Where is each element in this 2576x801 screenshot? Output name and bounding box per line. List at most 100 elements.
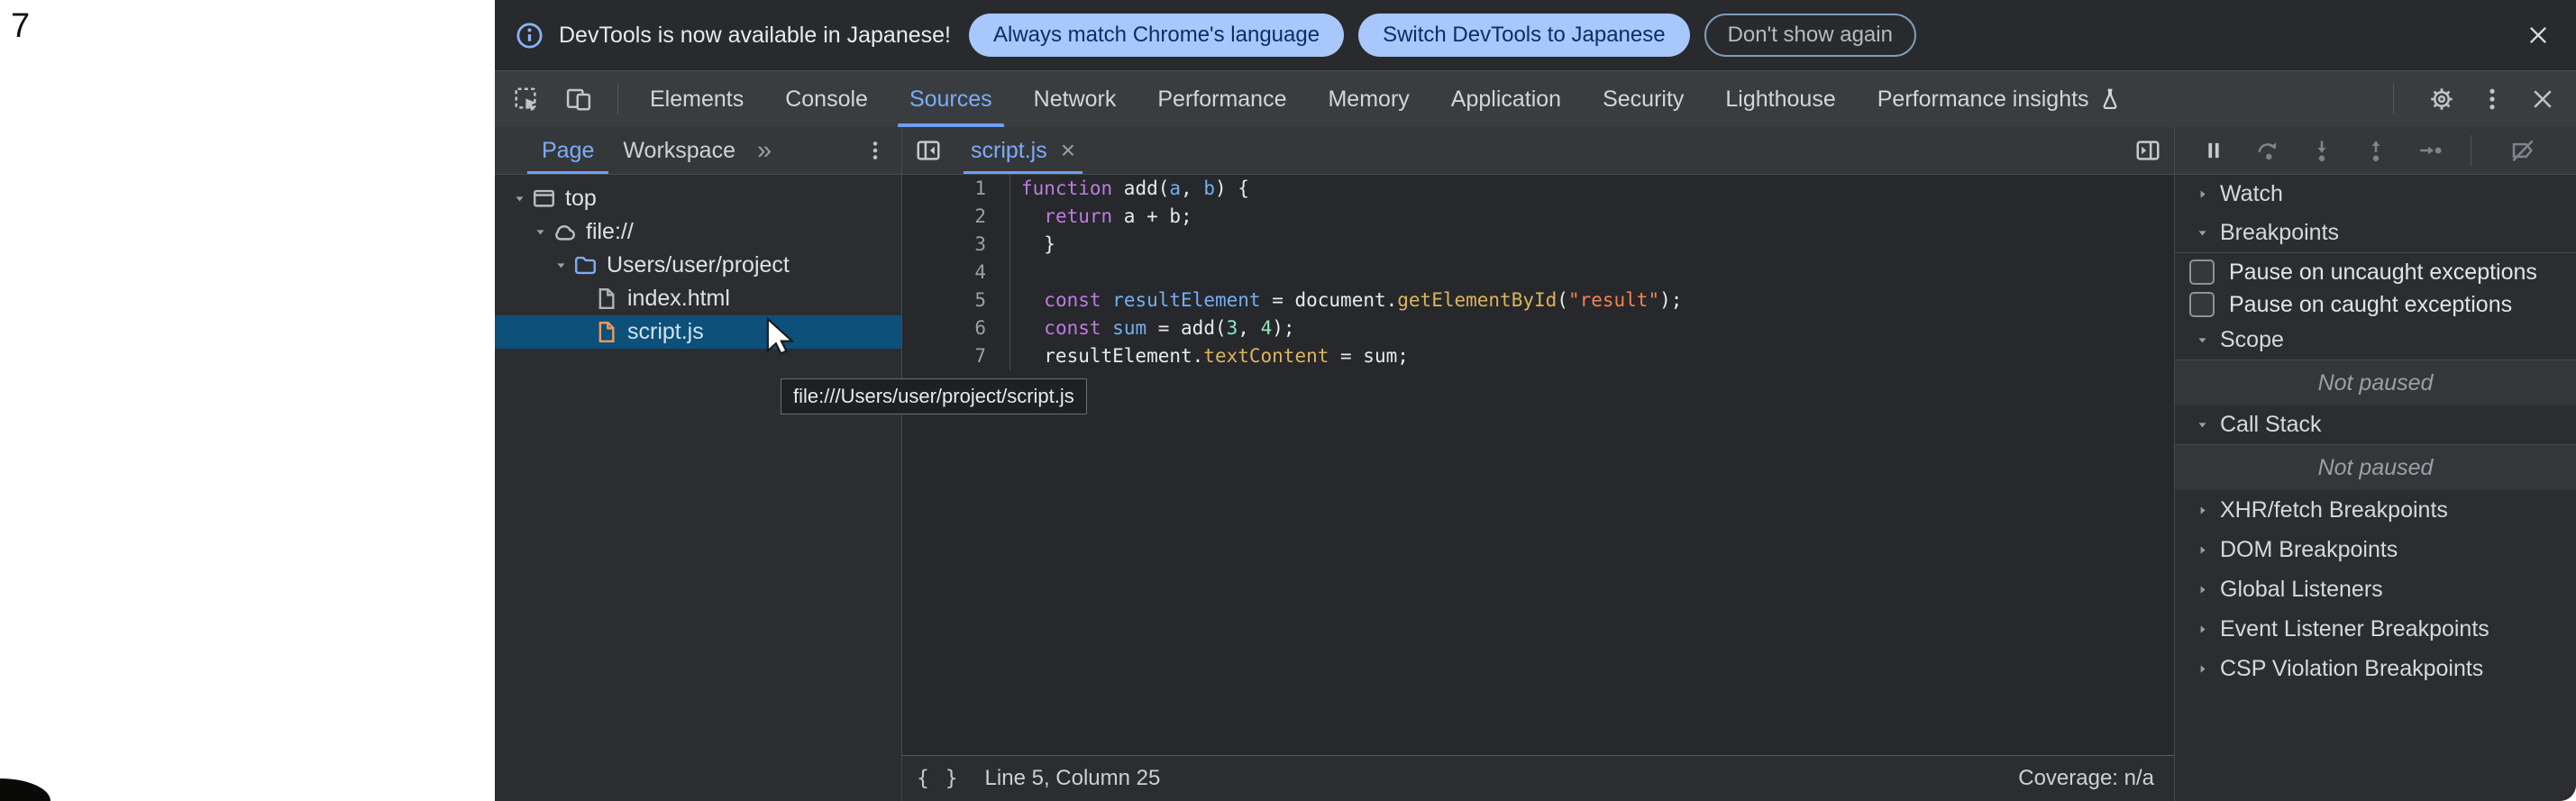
code-text: const resultElement = document.getElemen… <box>1010 287 1682 314</box>
chevron-down-icon <box>2193 418 2211 432</box>
infobar-close-icon[interactable] <box>2526 23 2551 48</box>
line-number[interactable]: 7 <box>902 342 986 370</box>
pause-caught-row[interactable]: Pause on caught exceptions <box>2175 288 2576 321</box>
section-label: Watch <box>2220 181 2283 207</box>
switch-devtools-japanese-button[interactable]: Switch DevTools to Japanese <box>1358 14 1690 57</box>
code-token <box>1101 317 1113 339</box>
tab-performance[interactable]: Performance <box>1137 71 1307 127</box>
editor-statusbar: { } Line 5, Column 25 Coverage: n/a <box>902 755 2174 801</box>
step-into-icon[interactable] <box>2308 137 2335 164</box>
device-toolbar-icon[interactable] <box>565 86 592 113</box>
code-token: getElementById <box>1397 289 1557 311</box>
gutter-separator <box>986 175 1010 203</box>
step-out-icon[interactable] <box>2362 137 2389 164</box>
section-label: Breakpoints <box>2220 220 2339 246</box>
section-csp-violation-breakpoints[interactable]: CSP Violation Breakpoints <box>2175 649 2576 688</box>
tab-memory[interactable]: Memory <box>1307 71 1430 127</box>
tree-item-file[interactable]: file:// <box>495 215 901 249</box>
code-token: textContent <box>1203 345 1329 367</box>
line-number[interactable]: 6 <box>902 314 986 342</box>
tab-console[interactable]: Console <box>764 71 889 127</box>
code-token: const <box>1044 289 1101 311</box>
pause-icon[interactable] <box>2200 137 2227 164</box>
section-global-listeners[interactable]: Global Listeners <box>2175 569 2576 609</box>
file-path-tooltip: file:///Users/user/project/script.js <box>781 378 1087 414</box>
deactivate-breakpoints-icon[interactable] <box>2509 137 2536 164</box>
checkbox-pause-caught[interactable] <box>2189 292 2215 317</box>
more-tabs-icon[interactable]: » <box>757 136 772 166</box>
editor-tab-scriptjs[interactable]: script.js × <box>964 127 1082 174</box>
navigator-menu-icon[interactable] <box>863 139 887 162</box>
info-icon <box>515 21 544 50</box>
toggle-navigator-icon[interactable] <box>915 137 942 164</box>
always-match-language-button[interactable]: Always match Chrome's language <box>969 14 1344 57</box>
checkbox-label: Pause on uncaught exceptions <box>2229 259 2537 286</box>
tree-item-top[interactable]: top <box>495 182 901 215</box>
toggle-debugger-icon[interactable] <box>2134 137 2161 164</box>
chevron-down-icon[interactable] <box>551 259 571 272</box>
close-icon[interactable] <box>2529 86 2556 113</box>
gutter-separator <box>986 203 1010 231</box>
tab-network[interactable]: Network <box>1013 71 1137 127</box>
section-breakpoints[interactable]: Breakpoints <box>2175 214 2576 253</box>
checkbox-pause-uncaught[interactable] <box>2189 259 2215 285</box>
code-editor[interactable]: 1function add(a, b) {2 return a + b;3 }4… <box>902 175 2174 755</box>
code-line[interactable]: 1function add(a, b) { <box>902 175 2174 203</box>
line-number[interactable]: 3 <box>902 231 986 259</box>
inspect-icon[interactable] <box>513 86 540 113</box>
tree-item-users-user-project[interactable]: Users/user/project <box>495 249 901 282</box>
code-line[interactable]: 7 resultElement.textContent = sum; <box>902 342 2174 370</box>
tab-security[interactable]: Security <box>1582 71 1704 127</box>
section-xhr-breakpoints[interactable]: XHR/fetch Breakpoints <box>2175 490 2576 530</box>
chevron-right-icon <box>2193 543 2211 557</box>
section-label: Scope <box>2220 327 2284 353</box>
code-token: "result" <box>1568 289 1659 311</box>
tab-performance-insights[interactable]: Performance insights <box>1857 71 2142 127</box>
section-call-stack[interactable]: Call Stack <box>2175 405 2576 445</box>
tab-sources[interactable]: Sources <box>889 71 1013 127</box>
line-number[interactable]: 2 <box>902 203 986 231</box>
dont-show-again-button[interactable]: Don't show again <box>1704 14 1916 57</box>
code-line[interactable]: 6 const sum = add(3, 4); <box>902 314 2174 342</box>
code-token: 4 <box>1261 317 1273 339</box>
line-number[interactable]: 4 <box>902 259 986 287</box>
line-number[interactable]: 1 <box>902 175 986 203</box>
tab-page[interactable]: Page <box>527 127 608 174</box>
editor-tabstrip: script.js × <box>902 127 2174 175</box>
chevron-down-icon[interactable] <box>530 225 550 239</box>
code-token: , <box>1181 177 1203 199</box>
tree-item-script-js[interactable]: script.js <box>495 315 901 349</box>
tree-arrow-spacer <box>571 292 591 305</box>
chevron-right-icon <box>2193 623 2211 636</box>
chevron-down-icon[interactable] <box>509 192 529 205</box>
section-scope[interactable]: Scope <box>2175 321 2576 360</box>
tab-elements[interactable]: Elements <box>629 71 764 127</box>
section-dom-breakpoints[interactable]: DOM Breakpoints <box>2175 530 2576 569</box>
code-line[interactable]: 2 return a + b; <box>902 203 2174 231</box>
step-over-icon[interactable] <box>2254 137 2281 164</box>
step-icon[interactable] <box>2416 137 2444 164</box>
code-token: = document. <box>1261 289 1398 311</box>
code-token <box>1021 205 1044 227</box>
section-event-listener-breakpoints[interactable]: Event Listener Breakpoints <box>2175 609 2576 649</box>
pause-uncaught-row[interactable]: Pause on uncaught exceptions <box>2175 256 2576 288</box>
code-text: } <box>1010 231 1055 259</box>
code-line[interactable]: 5 const resultElement = document.getElem… <box>902 287 2174 314</box>
pretty-print-icon[interactable]: { } <box>917 767 960 790</box>
code-token: ); <box>1272 317 1294 339</box>
code-line[interactable]: 3 } <box>902 231 2174 259</box>
settings-icon[interactable] <box>2428 86 2455 113</box>
tab-application[interactable]: Application <box>1430 71 1582 127</box>
section-watch[interactable]: Watch <box>2175 175 2576 214</box>
section-label: Call Stack <box>2220 412 2322 438</box>
line-number[interactable]: 5 <box>902 287 986 314</box>
tab-lighthouse[interactable]: Lighthouse <box>1704 71 1856 127</box>
gutter-separator <box>986 231 1010 259</box>
code-line[interactable]: 4 <box>902 259 2174 287</box>
flask-icon <box>2098 87 2122 111</box>
tab-workspace[interactable]: Workspace <box>608 127 750 174</box>
more-menu-icon[interactable] <box>2479 86 2506 113</box>
tree-item-index-html[interactable]: index.html <box>495 282 901 315</box>
close-tab-icon[interactable]: × <box>1061 138 1075 163</box>
code-token: ); <box>1659 289 1682 311</box>
